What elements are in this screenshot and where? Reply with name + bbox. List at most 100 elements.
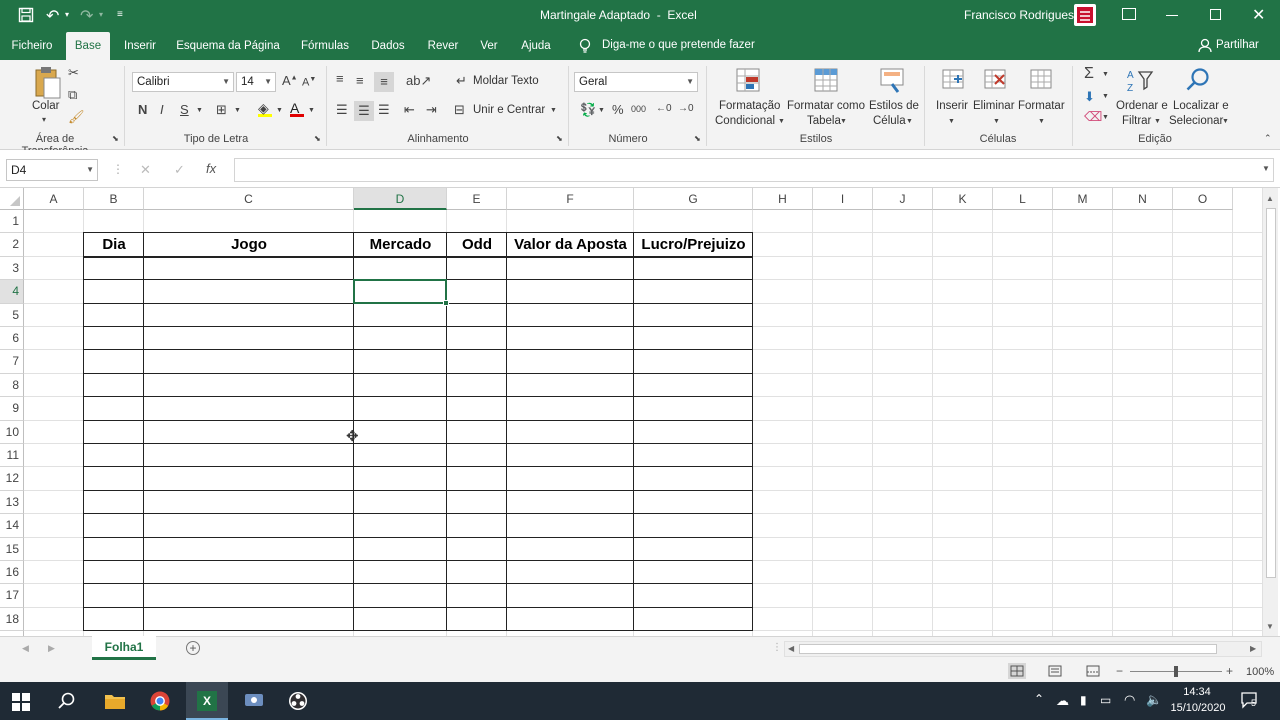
close-icon[interactable]: ✕ (1252, 5, 1265, 25)
format-cells-button[interactable]: Formatar (1018, 100, 1065, 112)
minimize-icon[interactable] (1166, 15, 1178, 16)
scroll-left-icon[interactable]: ◀ (788, 644, 794, 653)
font-name-select[interactable]: Calibri ▼ (132, 72, 234, 92)
column-header-n[interactable]: N (1113, 188, 1173, 210)
row-header-16[interactable]: 16 (0, 561, 24, 585)
table-header-cell[interactable]: Jogo (144, 233, 354, 256)
delete-cells-icon[interactable] (982, 66, 1008, 92)
undo-icon[interactable]: ↶ (46, 6, 59, 26)
row-header-1[interactable]: 1 (0, 210, 24, 234)
row-header-11[interactable]: 11 (0, 444, 24, 468)
italic-button[interactable]: I (160, 103, 164, 116)
find-dropdown-icon[interactable]: ▼ (1222, 118, 1229, 125)
column-header-l[interactable]: L (993, 188, 1053, 210)
zoom-level[interactable]: 100% (1246, 666, 1274, 678)
font-launcher-icon[interactable]: ⬊ (314, 135, 321, 143)
row-header-3[interactable]: 3 (0, 256, 24, 281)
tab-esquema-pagina[interactable]: Esquema da Página (172, 32, 284, 60)
currency-icon[interactable]: 💱 (580, 103, 596, 116)
row-header-17[interactable]: 17 (0, 584, 24, 608)
usb-icon[interactable]: ▮ (1080, 693, 1087, 707)
active-cell[interactable] (353, 279, 447, 304)
column-header-h[interactable]: H (753, 188, 813, 210)
tab-inserir[interactable]: Inserir (116, 32, 164, 60)
row-header-6[interactable]: 6 (0, 327, 24, 351)
formula-input[interactable] (234, 158, 1274, 182)
ribbon-display-icon[interactable] (1122, 8, 1136, 20)
increase-decimal-icon[interactable]: ←0 (656, 104, 672, 114)
align-left-icon[interactable]: ☰ (336, 103, 348, 116)
fill-color-icon[interactable]: ◈ (258, 101, 272, 117)
row-header-12[interactable]: 12 (0, 467, 24, 491)
column-header-j[interactable]: J (873, 188, 933, 210)
decrease-indent-icon[interactable]: ⇤ (404, 103, 415, 116)
delete-dropdown-icon[interactable]: ▼ (993, 118, 1000, 125)
column-header-g[interactable]: G (634, 188, 753, 210)
row-header-5[interactable]: 5 (0, 303, 24, 327)
clock-date[interactable]: 15/10/2020 (1170, 702, 1226, 714)
underline-button[interactable]: S (180, 103, 189, 116)
tab-rever[interactable]: Rever (422, 32, 464, 60)
taskbar-search-icon[interactable] (58, 692, 76, 710)
table-header-cell[interactable]: Valor da Aposta (507, 233, 634, 256)
onedrive-icon[interactable]: ☁ (1056, 693, 1069, 709)
column-header-d[interactable]: D (354, 188, 447, 210)
tab-formulas[interactable]: Fórmulas (294, 32, 356, 60)
tabs-splitter-icon[interactable]: ⋮ (772, 642, 782, 653)
merge-icon[interactable]: ⊟ (454, 103, 465, 116)
zoom-in-icon[interactable]: + (1226, 664, 1233, 678)
clear-icon[interactable]: ⌫ (1084, 110, 1102, 123)
number-launcher-icon[interactable]: ⬊ (694, 135, 701, 143)
paste-button[interactable]: Colar (32, 100, 59, 112)
align-right-icon[interactable]: ☰ (378, 103, 390, 116)
find-select-label-1[interactable]: Localizar e (1173, 100, 1229, 112)
cell-styles-label-2[interactable]: Célula (873, 115, 906, 127)
font-color-icon[interactable]: A (290, 101, 304, 117)
row-header-7[interactable]: 7 (0, 350, 24, 374)
scroll-up-icon[interactable]: ▲ (1266, 194, 1274, 203)
fill-handle[interactable] (443, 299, 449, 306)
table-dropdown-icon[interactable]: ▼ (840, 118, 847, 125)
save-icon[interactable] (18, 7, 34, 23)
merge-dropdown-icon[interactable]: ▼ (550, 107, 557, 114)
collapse-ribbon-icon[interactable]: ⌃ (1264, 134, 1272, 143)
cell-styles-dropdown-icon[interactable]: ▼ (906, 118, 913, 125)
page-break-view-icon[interactable] (1084, 663, 1102, 679)
vertical-scrollbar[interactable]: ▲ ▼ (1262, 188, 1278, 636)
insert-cells-icon[interactable] (940, 66, 966, 92)
wrap-text-icon[interactable]: ↵ (456, 74, 467, 87)
clear-dropdown-icon[interactable]: ▼ (1102, 114, 1109, 121)
borders-icon[interactable]: ⊞ (216, 103, 227, 116)
vertical-scroll-thumb[interactable] (1266, 208, 1276, 578)
excel-taskbar-active[interactable]: X (186, 682, 228, 720)
autosum-icon[interactable]: Σ (1084, 66, 1094, 82)
file-explorer-icon[interactable] (104, 692, 126, 710)
horizontal-scroll-thumb[interactable] (799, 644, 1217, 654)
tab-ajuda[interactable]: Ajuda (514, 32, 558, 60)
fill-dropdown-icon[interactable]: ▼ (1102, 93, 1109, 100)
restore-icon[interactable] (1210, 9, 1221, 20)
row-header-14[interactable]: 14 (0, 514, 24, 538)
orientation-icon[interactable]: ab↗ (406, 74, 431, 87)
column-header-c[interactable]: C (144, 188, 354, 210)
cancel-entry-icon[interactable]: ✕ (140, 162, 151, 178)
zoom-out-icon[interactable]: − (1116, 664, 1123, 678)
sort-filter-icon[interactable]: AZ (1126, 66, 1154, 94)
wifi-icon[interactable]: ◠ (1124, 692, 1135, 708)
avatar[interactable] (1074, 4, 1096, 26)
battery-icon[interactable]: ▭ (1100, 693, 1111, 707)
page-layout-view-icon[interactable] (1046, 663, 1064, 679)
table-header-cell[interactable]: Dia (84, 233, 144, 256)
cell-styles-icon[interactable] (878, 66, 906, 94)
column-header-i[interactable]: I (813, 188, 873, 210)
conditional-dropdown-icon[interactable]: ▼ (778, 118, 785, 125)
merge-center-button[interactable]: Unir e Centrar (473, 104, 545, 116)
font-size-select[interactable]: 14 ▼ (236, 72, 276, 92)
alignment-launcher-icon[interactable]: ⬊ (556, 135, 563, 143)
row-header-10[interactable]: 10 (0, 420, 24, 444)
column-header-o[interactable]: O (1173, 188, 1233, 210)
clipboard-launcher-icon[interactable]: ⬊ (112, 135, 119, 143)
column-header-a[interactable]: A (24, 188, 84, 210)
conditional-format-label-2[interactable]: Condicional (715, 115, 775, 127)
horizontal-scrollbar[interactable]: ◀ ▶ (784, 641, 1262, 657)
